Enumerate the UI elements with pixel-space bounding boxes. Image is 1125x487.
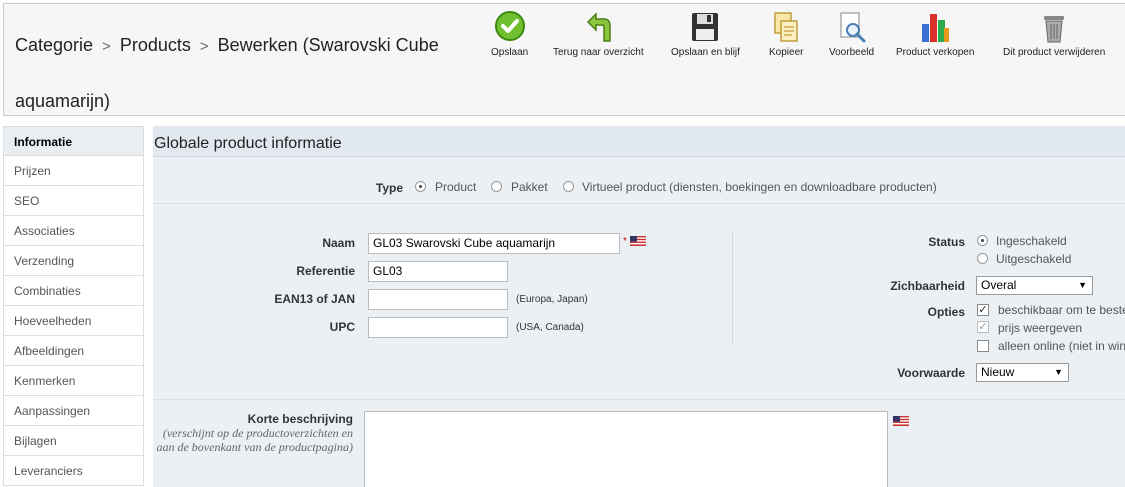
show-price-label: prijs weergeven xyxy=(998,321,1083,335)
chevron-down-icon: ▼ xyxy=(1054,367,1063,377)
naam-input[interactable]: GL03 Swarovski Cube aquamarijn xyxy=(368,233,620,254)
back-to-overview-button[interactable]: Terug naar overzicht xyxy=(553,10,644,58)
condition-select[interactable]: Nieuw ▼ xyxy=(976,363,1069,382)
sidebar-item-hoeveelheden[interactable]: Hoeveelheden xyxy=(3,306,144,336)
sell-label: Product verkopen xyxy=(896,47,975,58)
naam-label: Naam xyxy=(322,236,355,250)
back-label: Terug naar overzicht xyxy=(553,47,644,58)
delete-label: Dit product verwijderen xyxy=(1003,47,1106,58)
visibility-label: Zichbaarheid xyxy=(890,279,965,293)
breadcrumb: Categorie > Products > Bewerken (Swarovski C… xyxy=(15,18,485,129)
bar-chart-icon xyxy=(922,14,950,42)
breadcrumb-products[interactable]: Products xyxy=(120,35,191,55)
type-pakket-label: Pakket xyxy=(511,180,548,194)
divider xyxy=(153,203,1125,204)
online-only-checkbox[interactable] xyxy=(977,340,989,352)
preview-label: Voorbeeld xyxy=(829,47,875,58)
referentie-label: Referentie xyxy=(296,264,355,278)
save-button[interactable]: Opslaan xyxy=(491,10,528,58)
status-enabled-radio[interactable] xyxy=(977,235,988,246)
sidebar-item-associaties[interactable]: Associaties xyxy=(3,216,144,246)
divider xyxy=(153,156,1125,157)
product-info-panel: Globale product informatie Type Product … xyxy=(153,126,1125,487)
copy-button[interactable]: Kopieer xyxy=(769,10,803,58)
product-tabs-sidebar: Informatie Prijzen SEO Associaties Verze… xyxy=(3,126,144,486)
status-label: Status xyxy=(928,235,965,249)
magnifier-page-icon xyxy=(839,12,866,43)
copy-label: Kopieer xyxy=(769,47,804,58)
trash-bin-icon xyxy=(1044,16,1065,43)
sidebar-item-prijzen[interactable]: Prijzen xyxy=(3,156,144,186)
breadcrumb-separator: > xyxy=(102,38,111,55)
type-virtual-label: Virtueel product (diensten, boekingen en… xyxy=(582,180,937,194)
short-description-label-group: Korte beschrijving (verschijnt op de pro… xyxy=(153,412,353,454)
ean13-input[interactable] xyxy=(368,289,508,310)
ean13-hint: (Europa, Japan) xyxy=(516,294,588,305)
ean13-label: EAN13 of JAN xyxy=(274,292,355,306)
breadcrumb-separator: > xyxy=(199,38,209,55)
available-for-order-checkbox[interactable]: ✓ xyxy=(977,304,989,316)
sidebar-item-bijlagen[interactable]: Bijlagen xyxy=(3,426,144,456)
delete-product-button[interactable]: Dit product verwijderen xyxy=(1003,10,1105,58)
us-flag-icon[interactable] xyxy=(893,416,909,426)
type-product-label: Product xyxy=(435,180,477,194)
visibility-value: Overal xyxy=(981,278,1017,292)
divider xyxy=(153,399,1125,400)
sell-product-button[interactable]: Product verkopen xyxy=(896,10,974,58)
sidebar-item-combinaties[interactable]: Combinaties xyxy=(3,276,144,306)
toolbar: Categorie > Products > Bewerken (Swarovski C… xyxy=(3,3,1125,116)
floppy-disk-icon xyxy=(692,13,719,41)
online-only-label: alleen online (niet in winkel) xyxy=(998,339,1125,353)
save-label: Opslaan xyxy=(491,47,529,58)
sidebar-item-afbeeldingen[interactable]: Afbeeldingen xyxy=(3,336,144,366)
type-virtual-radio[interactable] xyxy=(563,181,574,192)
short-description-editor[interactable] xyxy=(364,411,888,487)
check-circle-icon xyxy=(494,11,525,41)
upc-label: UPC xyxy=(329,320,355,334)
condition-value: Nieuw xyxy=(981,365,1015,379)
available-for-order-label: beschikbaar om te bestellen xyxy=(998,303,1125,317)
referentie-input[interactable]: GL03 xyxy=(368,261,508,282)
sidebar-item-informatie[interactable]: Informatie xyxy=(3,126,144,156)
show-price-checkbox[interactable]: ✓ xyxy=(977,321,989,333)
undo-arrow-icon xyxy=(587,12,612,42)
options-label: Opties xyxy=(927,305,965,319)
column-divider xyxy=(732,232,733,344)
preview-button[interactable]: Voorbeeld xyxy=(829,10,874,58)
status-disabled-radio[interactable] xyxy=(977,253,988,264)
required-marker: * xyxy=(623,236,627,247)
short-description-hint: (verschijnt op de productoverzichten en … xyxy=(156,426,353,454)
status-disabled-label: Uitgeschakeld xyxy=(996,252,1072,266)
breadcrumb-categorie[interactable]: Categorie xyxy=(15,35,93,55)
chevron-down-icon: ▼ xyxy=(1078,280,1087,290)
type-product-radio[interactable] xyxy=(415,181,426,192)
sidebar-item-seo[interactable]: SEO xyxy=(3,186,144,216)
page-title: Globale product informatie xyxy=(153,126,1125,156)
status-enabled-label: Ingeschakeld xyxy=(996,234,1067,248)
us-flag-icon[interactable] xyxy=(630,236,646,246)
upc-input[interactable] xyxy=(368,317,508,338)
sidebar-item-verzending[interactable]: Verzending xyxy=(3,246,144,276)
save-and-stay-button[interactable]: Opslaan en blijf xyxy=(671,10,740,58)
sidebar-item-leveranciers[interactable]: Leveranciers xyxy=(3,456,144,486)
sidebar-item-aanpassingen[interactable]: Aanpassingen xyxy=(3,396,144,426)
upc-hint: (USA, Canada) xyxy=(516,322,584,333)
copy-pages-icon xyxy=(774,12,798,42)
condition-label: Voorwaarde xyxy=(897,366,965,380)
sidebar-item-kenmerken[interactable]: Kenmerken xyxy=(3,366,144,396)
save-stay-label: Opslaan en blijf xyxy=(671,47,740,58)
visibility-select[interactable]: Overal ▼ xyxy=(976,276,1093,295)
type-pakket-radio[interactable] xyxy=(491,181,502,192)
type-label: Type xyxy=(375,181,403,195)
short-description-label: Korte beschrijving xyxy=(247,412,353,426)
